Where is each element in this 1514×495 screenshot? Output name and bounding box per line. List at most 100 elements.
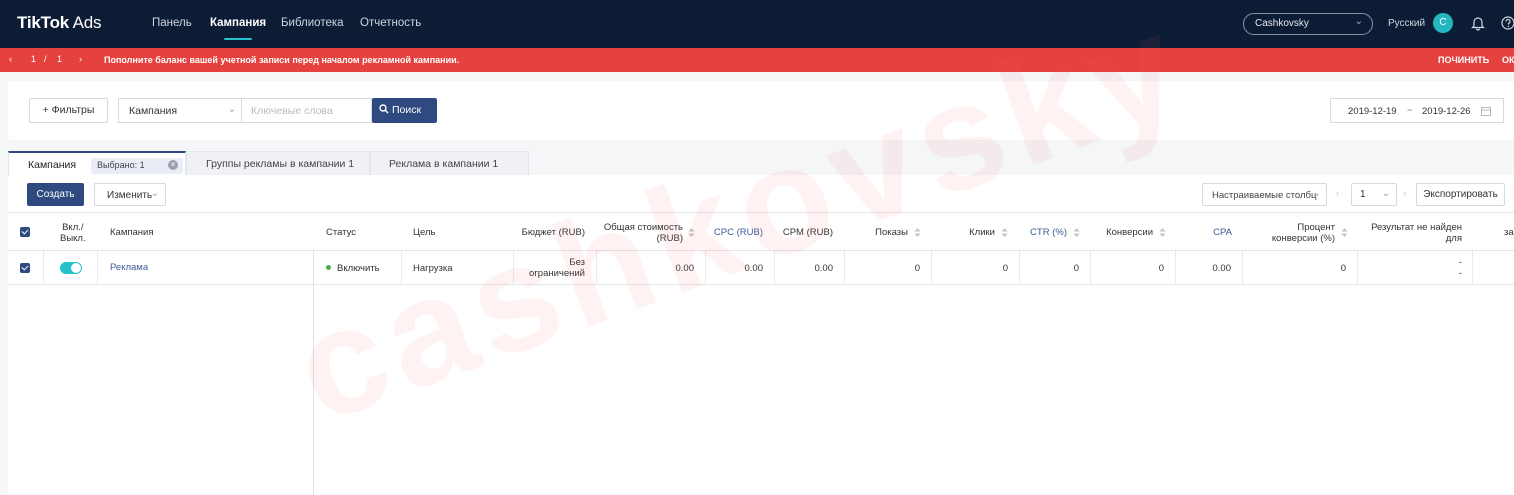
header-toggle: Вкл./ Выкл. [60, 222, 86, 244]
header-cpm[interactable]: CPM (RUB) [778, 227, 833, 238]
result-cell: - - [1458, 257, 1462, 279]
search-icon [379, 104, 389, 114]
impressions-cell: 0 [914, 263, 920, 274]
goal-cell: Нагрузка [413, 263, 453, 274]
ok-button[interactable]: ОК [1502, 55, 1514, 65]
header-truncated[interactable]: за [1504, 227, 1514, 238]
create-button[interactable]: Создать [27, 183, 84, 206]
account-name: Cashkovsky [1255, 18, 1309, 29]
header-status[interactable]: Статус [326, 227, 356, 238]
header-cpc[interactable]: CPC (RUB) [708, 227, 763, 238]
total-cost-cell: 0.00 [675, 263, 695, 274]
nav-dashboard[interactable]: Панель [152, 17, 192, 29]
date-to: 2019-12-26 [1422, 106, 1471, 117]
help-icon[interactable] [1501, 15, 1514, 31]
alert-page-current: 1 [31, 54, 37, 64]
chevron-down-icon: ⌄ [227, 104, 236, 115]
fix-button[interactable]: ПОЧИНИТЬ [1438, 55, 1489, 65]
header-conversion-rate[interactable]: Процент конверсии (%) [1248, 222, 1335, 244]
selected-chip-label: Выбрано: 1 [97, 160, 145, 170]
tab-ad-groups-label: Группы рекламы в кампании 1 [206, 158, 355, 170]
next-page-icon[interactable]: › [1403, 188, 1406, 199]
alert-message: Пополните баланс вашей учетной записи пе… [104, 55, 460, 65]
language-selector[interactable]: Русский [1388, 18, 1425, 29]
date-range-picker[interactable]: 2019-12-19 ~ 2019-12-26 [1330, 98, 1504, 123]
header-ctr[interactable]: CTR (%) [1023, 227, 1067, 238]
chevron-down-icon: ⌄ [1354, 16, 1363, 27]
header-result[interactable]: Результат не найден для [1360, 222, 1462, 244]
table-row[interactable]: Реклама Включить Нагрузка Без ограничени… [8, 251, 1514, 285]
date-separator: ~ [1407, 105, 1413, 116]
cpa-cell: 0.00 [1212, 263, 1232, 274]
custom-columns-label: Настраиваемые столбц [1212, 190, 1317, 201]
header-impressions[interactable]: Показы [848, 227, 908, 238]
nav-library[interactable]: Библиотека [281, 17, 344, 29]
sort-icon[interactable] [914, 228, 921, 237]
tiktok-ads-logo[interactable]: TikTok Ads [17, 13, 102, 33]
prev-page-icon[interactable]: ‹ [1336, 188, 1339, 199]
alert-next-icon[interactable]: › [79, 54, 82, 64]
scope-select[interactable]: Кампания ⌄ [118, 98, 242, 123]
calendar-icon [1481, 107, 1491, 116]
sort-icon[interactable] [1341, 228, 1348, 237]
budget-cell: Без ограничений [529, 257, 585, 279]
close-icon[interactable]: × [168, 160, 178, 170]
status-cell: Включить [326, 263, 380, 274]
search-button[interactable]: Поиск [372, 98, 437, 123]
selected-chip: Выбрано: 1 × [91, 158, 183, 174]
tab-ad-groups[interactable]: Группы рекламы в кампании 1 [186, 151, 370, 176]
chevron-down-icon: ⌄ [1313, 188, 1321, 199]
edit-dropdown-label: Изменить [107, 190, 153, 201]
keywords-input[interactable]: Ключевые слова [241, 98, 372, 123]
balance-alert-bar: ‹ 1 / 1 › Пополните баланс вашей учетной… [0, 48, 1514, 72]
alert-prev-icon[interactable]: ‹ [9, 54, 12, 64]
tab-campaign[interactable]: Кампания Выбрано: 1 × [8, 151, 186, 176]
header-clicks[interactable]: Клики [938, 227, 995, 238]
header-total-cost[interactable]: Общая стоимость (RUB) [598, 222, 683, 244]
tab-ads-label: Реклама в кампании 1 [389, 158, 499, 170]
date-from: 2019-12-19 [1348, 106, 1397, 117]
header-conversions[interactable]: Конверсии [1093, 227, 1153, 238]
clicks-cell: 0 [1002, 263, 1008, 274]
conversions-cell: 0 [1158, 263, 1164, 274]
filters-button[interactable]: + Фильтры [29, 98, 108, 123]
campaign-table: Вкл./ Выкл. Кампания Статус Цель Бюджет … [8, 212, 1514, 495]
table-header: Вкл./ Выкл. Кампания Статус Цель Бюджет … [8, 213, 1514, 251]
sort-icon[interactable] [1073, 228, 1080, 237]
nav-reporting[interactable]: Отчетность [360, 17, 421, 29]
nav-campaign[interactable]: Кампания [210, 17, 266, 40]
header-goal[interactable]: Цель [413, 227, 436, 238]
header-campaign[interactable]: Кампания [110, 227, 153, 238]
select-all-checkbox[interactable] [20, 227, 30, 237]
edit-dropdown[interactable]: Изменить ⌄ [94, 183, 166, 206]
account-selector[interactable]: Cashkovsky ⌄ [1243, 13, 1373, 35]
page-select-value: 1 [1360, 189, 1366, 200]
campaign-name-link[interactable]: Реклама [110, 262, 148, 273]
campaign-panel: Создать Изменить ⌄ Настраиваемые столбц … [8, 175, 1514, 495]
header-budget[interactable]: Бюджет (RUB) [513, 227, 585, 238]
chevron-down-icon: ⌄ [1381, 188, 1390, 199]
export-button[interactable]: Экспортировать [1416, 183, 1505, 206]
sort-icon[interactable] [1159, 228, 1166, 237]
status-dot-icon [326, 265, 331, 270]
top-navigation-bar: TikTok Ads Панель Кампания Библиотека От… [0, 0, 1514, 48]
cpm-cell: 0.00 [814, 263, 834, 274]
conversion-rate-cell: 0 [1340, 263, 1346, 274]
custom-columns-select[interactable]: Настраиваемые столбц ⌄ [1202, 183, 1327, 206]
filter-bar: + Фильтры Кампания ⌄ Ключевые слова Поис… [8, 81, 1514, 140]
campaign-toggle[interactable] [60, 262, 82, 274]
row-checkbox[interactable] [20, 263, 30, 273]
sort-icon[interactable] [1001, 228, 1008, 237]
sort-icon[interactable] [688, 228, 695, 237]
bell-icon[interactable] [1471, 15, 1485, 31]
chevron-down-icon: ⌄ [150, 188, 159, 199]
avatar[interactable]: C [1433, 13, 1453, 33]
page-select[interactable]: 1 ⌄ [1351, 183, 1397, 206]
header-cpa[interactable]: CPA [1188, 227, 1232, 238]
search-button-label: Поиск [392, 104, 422, 116]
cpc-cell: 0.00 [744, 263, 764, 274]
alert-page-total: 1 [57, 54, 63, 64]
tab-campaign-label: Кампания [28, 159, 77, 171]
tab-ads[interactable]: Реклама в кампании 1 [370, 151, 529, 176]
scope-select-value: Кампания [129, 105, 178, 117]
